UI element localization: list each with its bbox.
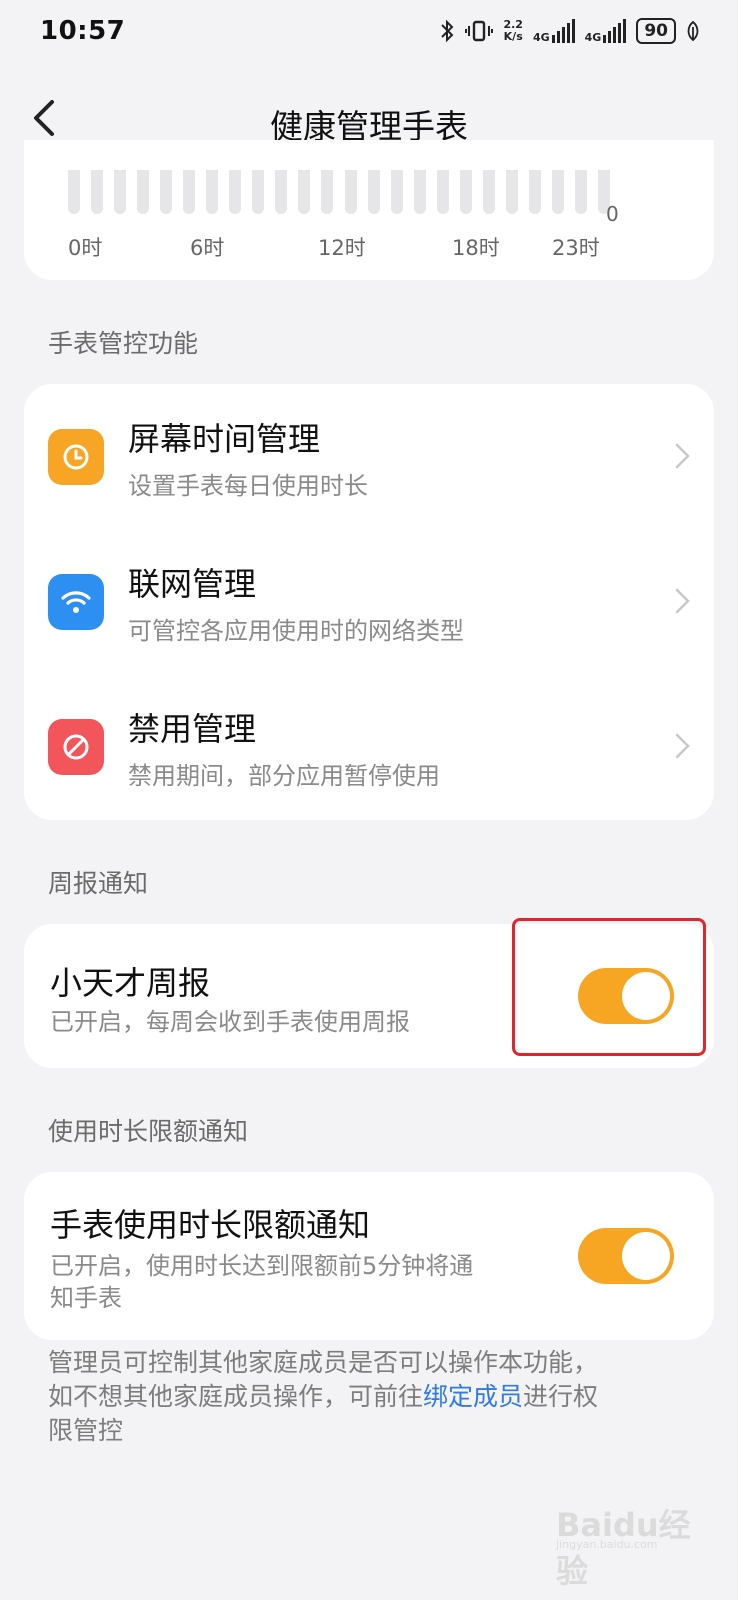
usage-bar (91, 170, 104, 214)
usage-bar (390, 170, 403, 214)
section-label-usage-limit: 使用时长限额通知 (48, 1117, 249, 1146)
section-label-watch-controls: 手表管控功能 (48, 329, 199, 358)
block-icon (48, 719, 104, 775)
status-icons: 2.2 K/s 4G 4G 90 (439, 18, 700, 44)
signal-bars-icon (603, 19, 627, 43)
usage-limit-subtitle-line: 知手表 (50, 1284, 122, 1312)
x-tick-label: 18时 (452, 236, 500, 260)
usage-bar (137, 170, 150, 214)
wifi-icon (48, 574, 104, 630)
menu-item-title: 禁用管理 (128, 710, 257, 748)
x-tick-label: 6时 (190, 236, 225, 260)
weekly-report-subtitle: 已开启，每周会收到手表使用周报 (50, 1008, 410, 1036)
usage-bar (505, 170, 518, 214)
usage-bar (344, 170, 357, 214)
usage-bar (229, 170, 242, 214)
usage-bar (321, 170, 334, 214)
footer-text: 进行权 (523, 1382, 599, 1411)
x-tick-label: 12时 (318, 236, 366, 260)
usage-limit-toggle[interactable] (578, 1228, 674, 1284)
usage-limit-card: 手表使用时长限额通知 已开启，使用时长达到限额前5分钟将通 知手表 (24, 1172, 714, 1340)
menu-item-subtitle: 设置手表每日使用时长 (128, 472, 368, 500)
menu-item-subtitle: 禁用期间，部分应用暂停使用 (128, 762, 440, 790)
menu-item-screen-time[interactable]: 屏幕时间管理 设置手表每日使用时长 (24, 384, 714, 524)
annotation-highlight-box (512, 918, 706, 1056)
bind-members-link[interactable]: 绑定成员 (423, 1382, 523, 1411)
baidu-watermark: Baidu经验 jingyan.baidu.com (556, 1498, 696, 1590)
battery-indicator: 90 (636, 18, 676, 44)
menu-item-network[interactable]: 联网管理 可管控各应用使用时的网络类型 (24, 529, 714, 669)
section-label-weekly-report: 周报通知 (48, 869, 149, 898)
usage-bar (551, 170, 564, 214)
x-tick-label: 23时 (552, 236, 600, 260)
usage-limit-subtitle-line: 已开启，使用时长达到限额前5分钟将通 (50, 1252, 474, 1280)
watermark-url: jingyan.baidu.com (556, 1538, 658, 1551)
usage-bar (275, 170, 288, 214)
usage-bar (436, 170, 449, 214)
weekly-report-title: 小天才周报 (50, 964, 211, 1002)
network-speed-unit: K/s (503, 30, 523, 43)
chart-y-zero-label: 0 (606, 202, 619, 226)
sim1-network-type: 4G (532, 31, 550, 44)
chevron-right-icon (675, 443, 690, 469)
usage-bar (206, 170, 219, 214)
footer-note: 管理员可控制其他家庭成员是否可以操作本功能， 如不想其他家庭成员操作，可前往绑定… (48, 1346, 688, 1448)
status-time: 10:57 (40, 16, 126, 46)
usage-bar (68, 170, 80, 214)
usage-chart-card: 0 0时 6时 12时 18时 23时 (24, 140, 714, 280)
usage-bar (413, 170, 426, 214)
usage-bar (459, 170, 472, 214)
menu-item-app-block[interactable]: 禁用管理 禁用期间，部分应用暂停使用 (24, 674, 714, 814)
chevron-right-icon (675, 588, 690, 614)
usage-limit-title: 手表使用时长限额通知 (50, 1206, 371, 1244)
menu-item-title: 屏幕时间管理 (128, 420, 321, 458)
bluetooth-icon (441, 19, 454, 43)
usage-bar (528, 170, 541, 214)
footer-line: 如不想其他家庭成员操作，可前往绑定成员进行权 (48, 1380, 688, 1414)
menu-item-title: 联网管理 (128, 565, 257, 603)
clock-icon (48, 429, 104, 485)
status-bar: 10:57 2.2 K/s 4G 4G 90 (0, 0, 738, 70)
usage-bar (114, 170, 127, 214)
sim1-signal: 4G (533, 19, 575, 43)
menu-item-subtitle: 可管控各应用使用时的网络类型 (128, 617, 464, 645)
x-tick-label: 0时 (68, 236, 103, 260)
usage-bar (482, 170, 495, 214)
network-speed: 2.2 K/s (503, 19, 523, 43)
footer-line: 限管控 (48, 1416, 124, 1445)
usage-bar (252, 170, 265, 214)
chevron-right-icon (675, 733, 690, 759)
usage-bar (183, 170, 196, 214)
toggle-knob (622, 1232, 670, 1280)
usage-bar (367, 170, 380, 214)
usage-bars (68, 170, 628, 214)
watch-controls-card: 屏幕时间管理 设置手表每日使用时长 联网管理 可管控各应用使用时的网络类型 禁用… (24, 384, 714, 820)
usage-limit-subtitle: 已开启，使用时长达到限额前5分钟将通 知手表 (50, 1250, 473, 1314)
usage-bar (160, 170, 173, 214)
power-saving-leaf-icon (687, 21, 699, 41)
usage-bar (298, 170, 311, 214)
footer-line: 管理员可控制其他家庭成员是否可以操作本功能， (48, 1348, 599, 1377)
usage-bar (574, 170, 587, 214)
sim2-signal: 4G (585, 19, 627, 43)
signal-bars-icon (551, 19, 575, 43)
footer-text: 如不想其他家庭成员操作，可前往 (48, 1382, 424, 1411)
sim2-network-type: 4G (584, 31, 602, 44)
vibrate-icon (465, 20, 494, 42)
